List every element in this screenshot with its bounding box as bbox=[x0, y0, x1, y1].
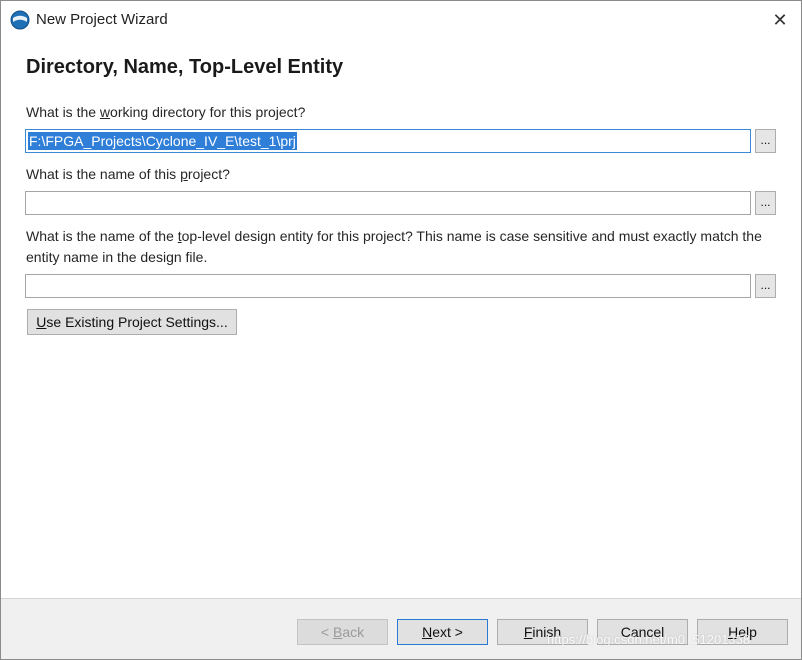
use-existing-settings-button[interactable]: Use Existing Project Settings... bbox=[27, 309, 237, 335]
mnemonic: p bbox=[180, 166, 188, 182]
project-name-input[interactable] bbox=[25, 191, 751, 215]
watermark-text: https://blog.csdn.net/m0_51201358 bbox=[547, 632, 751, 647]
project-name-label: What is the name of this project? bbox=[26, 166, 230, 182]
browse-directory-button[interactable]: ... bbox=[755, 129, 776, 153]
mnemonic: B bbox=[332, 624, 343, 640]
working-directory-input[interactable]: F:\FPGA_Projects\Cyclone_IV_E\test_1\prj bbox=[25, 129, 751, 153]
close-icon[interactable]: ✕ bbox=[765, 5, 795, 35]
wizard-window: New Project Wizard ✕ Directory, Name, To… bbox=[0, 0, 802, 660]
label-text: orking directory for this project? bbox=[110, 104, 306, 120]
wizard-page: Directory, Name, Top-Level Entity What i… bbox=[1, 38, 801, 598]
title-bar[interactable]: New Project Wizard ✕ bbox=[1, 1, 801, 38]
quartus-globe-icon bbox=[10, 10, 30, 30]
top-level-entity-input[interactable] bbox=[25, 274, 751, 298]
button-label: se Existing Project Settings... bbox=[46, 314, 228, 330]
working-directory-label: What is the working directory for this p… bbox=[26, 104, 305, 120]
browse-project-name-button[interactable]: ... bbox=[755, 191, 776, 215]
label-text: What is the bbox=[26, 104, 100, 120]
top-level-entity-label: What is the name of the top-level design… bbox=[26, 226, 786, 268]
label-text: roject? bbox=[187, 166, 230, 182]
button-label: ack bbox=[342, 624, 365, 640]
page-title: Directory, Name, Top-Level Entity bbox=[26, 56, 344, 78]
button-label: ext > bbox=[432, 624, 463, 640]
mnemonic: N bbox=[422, 624, 433, 640]
next-button[interactable]: Next > bbox=[397, 619, 488, 645]
back-button[interactable]: < Back bbox=[297, 619, 388, 645]
window-title: New Project Wizard bbox=[36, 11, 168, 28]
mnemonic: w bbox=[99, 104, 111, 120]
browse-entity-button[interactable]: ... bbox=[755, 274, 776, 298]
label-text: What is the name of this bbox=[26, 166, 181, 182]
button-label: < bbox=[320, 624, 333, 640]
label-text: What is the name of the bbox=[26, 228, 178, 244]
mnemonic: U bbox=[36, 314, 47, 330]
working-directory-value: F:\FPGA_Projects\Cyclone_IV_E\test_1\prj bbox=[28, 132, 297, 150]
